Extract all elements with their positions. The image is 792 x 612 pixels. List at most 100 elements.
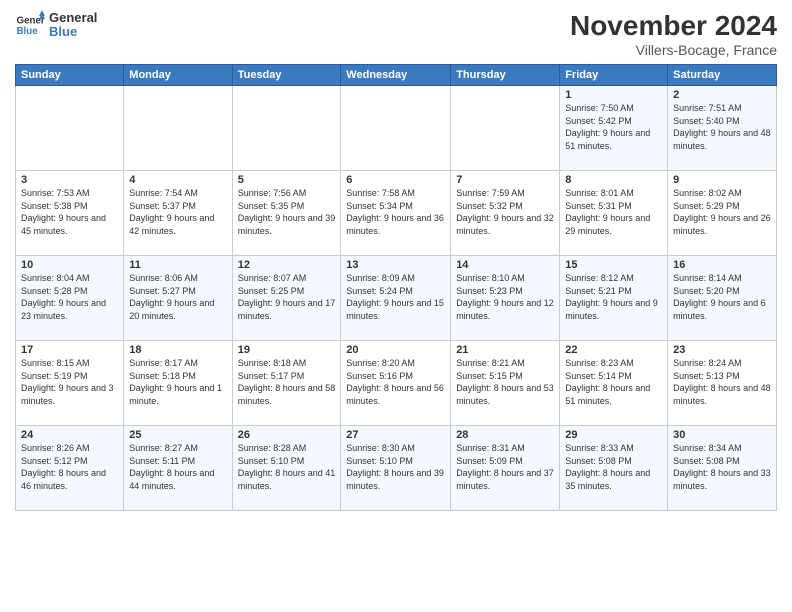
location: Villers-Bocage, France bbox=[570, 42, 777, 58]
calendar-cell: 27Sunrise: 8:30 AM Sunset: 5:10 PM Dayli… bbox=[341, 426, 451, 511]
calendar-cell: 26Sunrise: 8:28 AM Sunset: 5:10 PM Dayli… bbox=[232, 426, 341, 511]
day-number: 5 bbox=[238, 174, 336, 186]
day-number: 28 bbox=[456, 429, 554, 441]
calendar-cell: 25Sunrise: 8:27 AM Sunset: 5:11 PM Dayli… bbox=[124, 426, 232, 511]
day-info: Sunrise: 8:24 AM Sunset: 5:13 PM Dayligh… bbox=[673, 357, 771, 407]
day-number: 30 bbox=[673, 429, 771, 441]
calendar-cell: 24Sunrise: 8:26 AM Sunset: 5:12 PM Dayli… bbox=[16, 426, 124, 511]
day-number: 24 bbox=[21, 429, 118, 441]
calendar-cell: 28Sunrise: 8:31 AM Sunset: 5:09 PM Dayli… bbox=[451, 426, 560, 511]
day-number: 8 bbox=[565, 174, 662, 186]
calendar-week-row: 17Sunrise: 8:15 AM Sunset: 5:19 PM Dayli… bbox=[16, 341, 777, 426]
calendar-cell: 18Sunrise: 8:17 AM Sunset: 5:18 PM Dayli… bbox=[124, 341, 232, 426]
calendar-cell: 14Sunrise: 8:10 AM Sunset: 5:23 PM Dayli… bbox=[451, 256, 560, 341]
day-info: Sunrise: 8:02 AM Sunset: 5:29 PM Dayligh… bbox=[673, 187, 771, 237]
day-info: Sunrise: 7:50 AM Sunset: 5:42 PM Dayligh… bbox=[565, 102, 662, 152]
calendar-cell: 30Sunrise: 8:34 AM Sunset: 5:08 PM Dayli… bbox=[668, 426, 777, 511]
day-number: 13 bbox=[346, 259, 445, 271]
col-sunday: Sunday bbox=[16, 65, 124, 86]
day-number: 26 bbox=[238, 429, 336, 441]
calendar-cell: 4Sunrise: 7:54 AM Sunset: 5:37 PM Daylig… bbox=[124, 171, 232, 256]
svg-text:Blue: Blue bbox=[17, 26, 39, 37]
day-number: 18 bbox=[129, 344, 226, 356]
col-tuesday: Tuesday bbox=[232, 65, 341, 86]
logo-icon: General Blue bbox=[15, 10, 45, 40]
calendar-cell: 7Sunrise: 7:59 AM Sunset: 5:32 PM Daylig… bbox=[451, 171, 560, 256]
day-info: Sunrise: 8:07 AM Sunset: 5:25 PM Dayligh… bbox=[238, 272, 336, 322]
calendar-cell bbox=[341, 86, 451, 171]
calendar-cell: 3Sunrise: 7:53 AM Sunset: 5:38 PM Daylig… bbox=[16, 171, 124, 256]
col-thursday: Thursday bbox=[451, 65, 560, 86]
day-number: 9 bbox=[673, 174, 771, 186]
day-info: Sunrise: 8:01 AM Sunset: 5:31 PM Dayligh… bbox=[565, 187, 662, 237]
calendar-cell: 10Sunrise: 8:04 AM Sunset: 5:28 PM Dayli… bbox=[16, 256, 124, 341]
day-info: Sunrise: 7:58 AM Sunset: 5:34 PM Dayligh… bbox=[346, 187, 445, 237]
calendar-cell: 2Sunrise: 7:51 AM Sunset: 5:40 PM Daylig… bbox=[668, 86, 777, 171]
calendar-header-row: Sunday Monday Tuesday Wednesday Thursday… bbox=[16, 65, 777, 86]
calendar-cell: 20Sunrise: 8:20 AM Sunset: 5:16 PM Dayli… bbox=[341, 341, 451, 426]
calendar-week-row: 3Sunrise: 7:53 AM Sunset: 5:38 PM Daylig… bbox=[16, 171, 777, 256]
title-block: November 2024 Villers-Bocage, France bbox=[570, 10, 777, 58]
day-number: 14 bbox=[456, 259, 554, 271]
day-number: 19 bbox=[238, 344, 336, 356]
calendar-cell: 16Sunrise: 8:14 AM Sunset: 5:20 PM Dayli… bbox=[668, 256, 777, 341]
day-number: 12 bbox=[238, 259, 336, 271]
day-info: Sunrise: 7:56 AM Sunset: 5:35 PM Dayligh… bbox=[238, 187, 336, 237]
calendar-week-row: 10Sunrise: 8:04 AM Sunset: 5:28 PM Dayli… bbox=[16, 256, 777, 341]
day-number: 1 bbox=[565, 89, 662, 101]
day-info: Sunrise: 8:14 AM Sunset: 5:20 PM Dayligh… bbox=[673, 272, 771, 322]
calendar-cell: 23Sunrise: 8:24 AM Sunset: 5:13 PM Dayli… bbox=[668, 341, 777, 426]
day-info: Sunrise: 7:53 AM Sunset: 5:38 PM Dayligh… bbox=[21, 187, 118, 237]
logo-blue: Blue bbox=[49, 25, 97, 39]
day-info: Sunrise: 8:34 AM Sunset: 5:08 PM Dayligh… bbox=[673, 442, 771, 492]
day-info: Sunrise: 8:18 AM Sunset: 5:17 PM Dayligh… bbox=[238, 357, 336, 407]
day-info: Sunrise: 8:04 AM Sunset: 5:28 PM Dayligh… bbox=[21, 272, 118, 322]
col-saturday: Saturday bbox=[668, 65, 777, 86]
day-info: Sunrise: 8:17 AM Sunset: 5:18 PM Dayligh… bbox=[129, 357, 226, 407]
day-info: Sunrise: 8:30 AM Sunset: 5:10 PM Dayligh… bbox=[346, 442, 445, 492]
col-wednesday: Wednesday bbox=[341, 65, 451, 86]
day-number: 16 bbox=[673, 259, 771, 271]
day-info: Sunrise: 8:26 AM Sunset: 5:12 PM Dayligh… bbox=[21, 442, 118, 492]
day-number: 21 bbox=[456, 344, 554, 356]
day-number: 27 bbox=[346, 429, 445, 441]
day-info: Sunrise: 8:23 AM Sunset: 5:14 PM Dayligh… bbox=[565, 357, 662, 407]
day-number: 2 bbox=[673, 89, 771, 101]
day-info: Sunrise: 7:54 AM Sunset: 5:37 PM Dayligh… bbox=[129, 187, 226, 237]
calendar-cell: 29Sunrise: 8:33 AM Sunset: 5:08 PM Dayli… bbox=[560, 426, 668, 511]
day-number: 29 bbox=[565, 429, 662, 441]
day-info: Sunrise: 7:59 AM Sunset: 5:32 PM Dayligh… bbox=[456, 187, 554, 237]
day-number: 7 bbox=[456, 174, 554, 186]
col-friday: Friday bbox=[560, 65, 668, 86]
calendar-cell: 13Sunrise: 8:09 AM Sunset: 5:24 PM Dayli… bbox=[341, 256, 451, 341]
day-number: 22 bbox=[565, 344, 662, 356]
calendar-cell bbox=[124, 86, 232, 171]
calendar-cell: 22Sunrise: 8:23 AM Sunset: 5:14 PM Dayli… bbox=[560, 341, 668, 426]
calendar-cell: 15Sunrise: 8:12 AM Sunset: 5:21 PM Dayli… bbox=[560, 256, 668, 341]
calendar-cell: 1Sunrise: 7:50 AM Sunset: 5:42 PM Daylig… bbox=[560, 86, 668, 171]
day-info: Sunrise: 7:51 AM Sunset: 5:40 PM Dayligh… bbox=[673, 102, 771, 152]
day-info: Sunrise: 8:21 AM Sunset: 5:15 PM Dayligh… bbox=[456, 357, 554, 407]
month-title: November 2024 bbox=[570, 10, 777, 42]
calendar-cell: 17Sunrise: 8:15 AM Sunset: 5:19 PM Dayli… bbox=[16, 341, 124, 426]
calendar-cell: 6Sunrise: 7:58 AM Sunset: 5:34 PM Daylig… bbox=[341, 171, 451, 256]
calendar-cell: 8Sunrise: 8:01 AM Sunset: 5:31 PM Daylig… bbox=[560, 171, 668, 256]
day-number: 10 bbox=[21, 259, 118, 271]
day-info: Sunrise: 8:20 AM Sunset: 5:16 PM Dayligh… bbox=[346, 357, 445, 407]
day-info: Sunrise: 8:10 AM Sunset: 5:23 PM Dayligh… bbox=[456, 272, 554, 322]
col-monday: Monday bbox=[124, 65, 232, 86]
day-info: Sunrise: 8:28 AM Sunset: 5:10 PM Dayligh… bbox=[238, 442, 336, 492]
page-header: General Blue General Blue November 2024 … bbox=[15, 10, 777, 58]
day-number: 3 bbox=[21, 174, 118, 186]
day-number: 17 bbox=[21, 344, 118, 356]
day-number: 11 bbox=[129, 259, 226, 271]
calendar-cell: 21Sunrise: 8:21 AM Sunset: 5:15 PM Dayli… bbox=[451, 341, 560, 426]
day-info: Sunrise: 8:12 AM Sunset: 5:21 PM Dayligh… bbox=[565, 272, 662, 322]
day-number: 15 bbox=[565, 259, 662, 271]
day-info: Sunrise: 8:27 AM Sunset: 5:11 PM Dayligh… bbox=[129, 442, 226, 492]
calendar-cell: 11Sunrise: 8:06 AM Sunset: 5:27 PM Dayli… bbox=[124, 256, 232, 341]
day-number: 23 bbox=[673, 344, 771, 356]
day-number: 25 bbox=[129, 429, 226, 441]
calendar-cell bbox=[451, 86, 560, 171]
day-number: 6 bbox=[346, 174, 445, 186]
